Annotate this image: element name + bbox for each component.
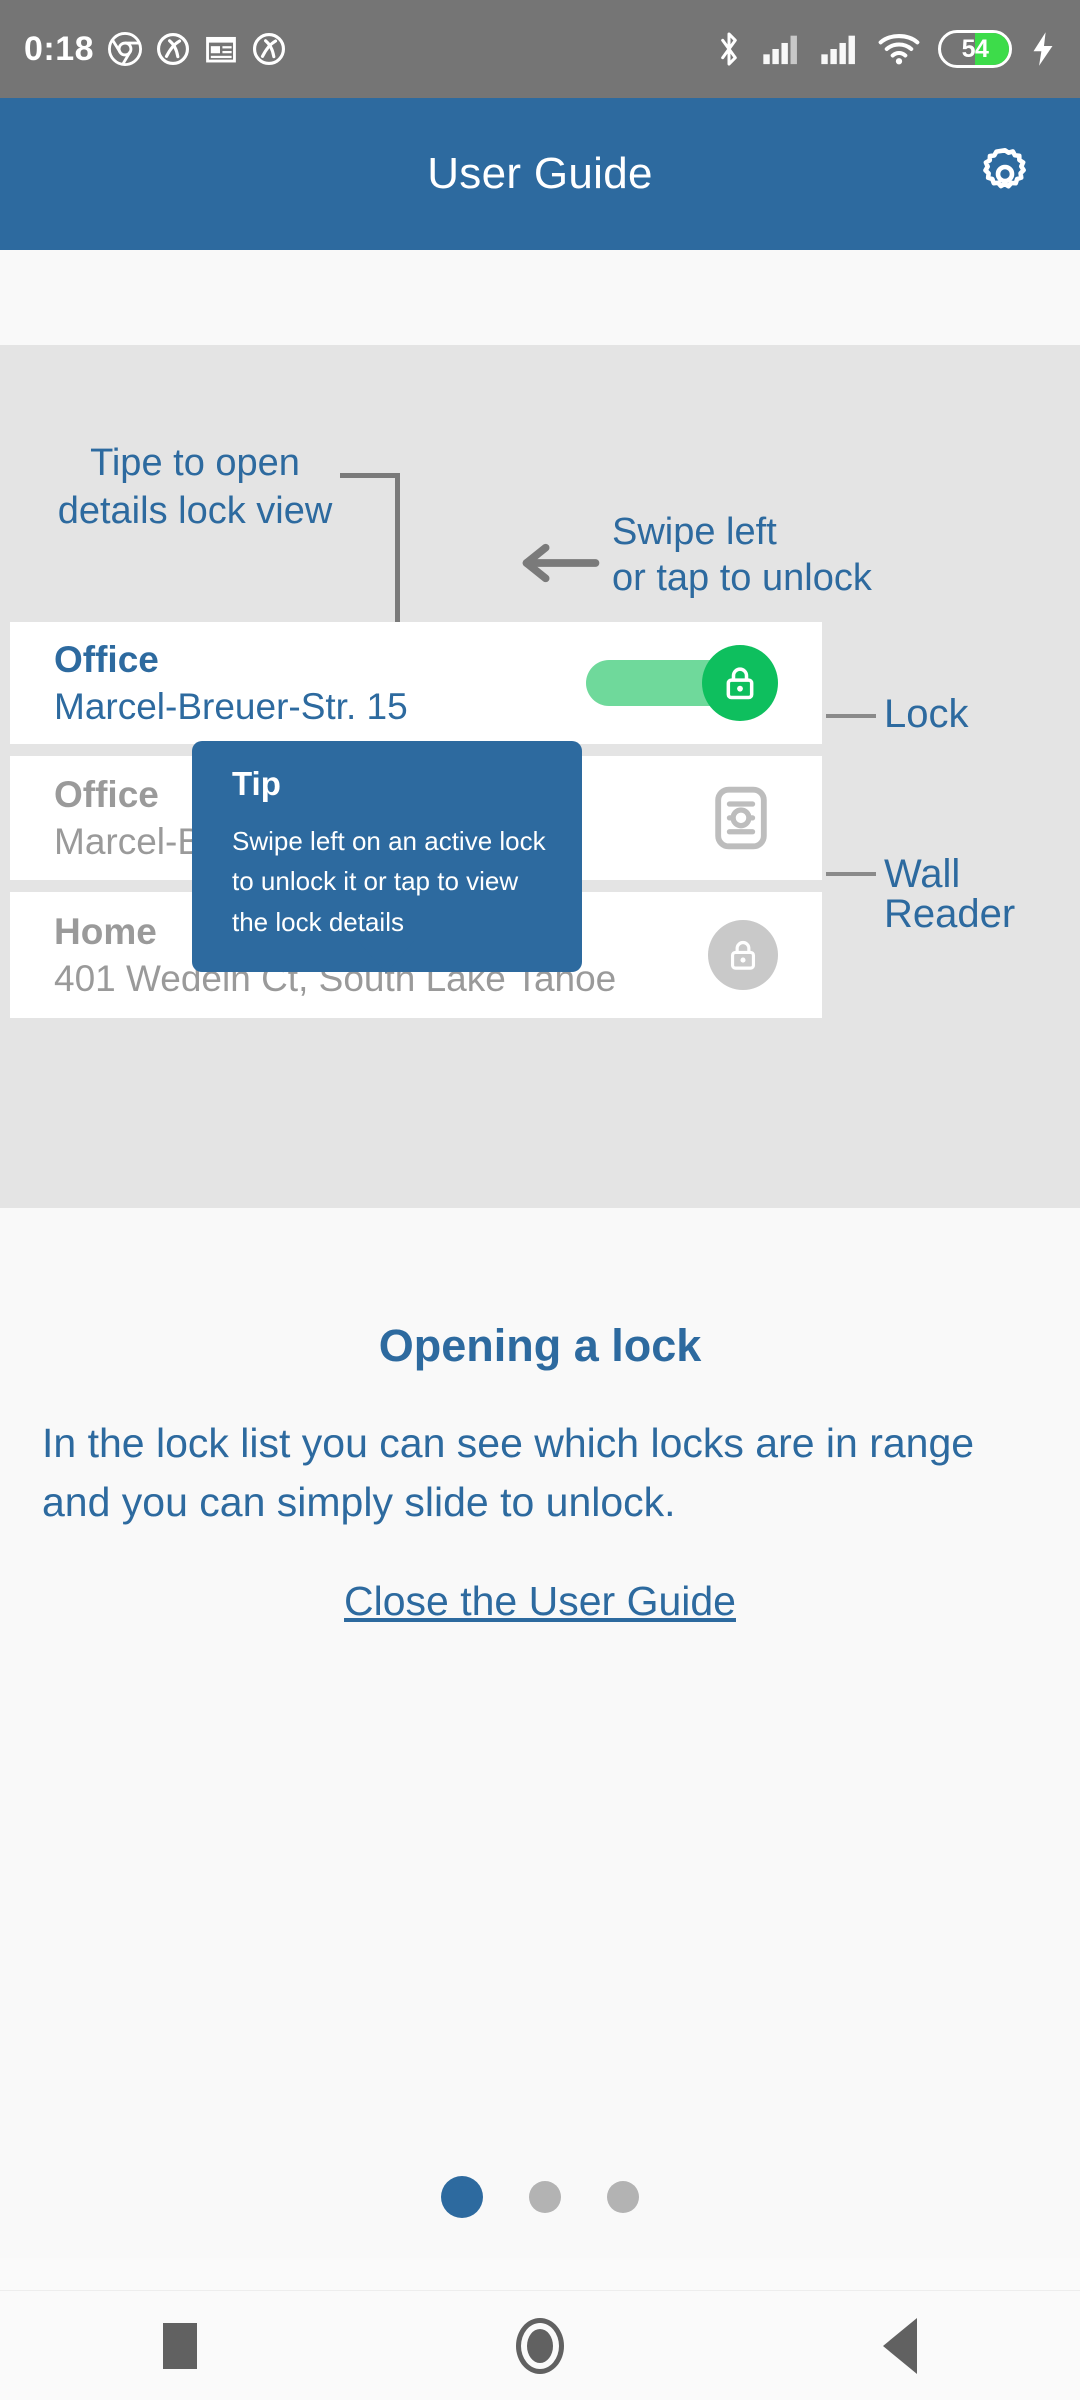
wall-reader-icon[interactable] <box>704 781 778 855</box>
tip-tooltip: Tip Swipe left on an active lock to unlo… <box>192 741 582 972</box>
section-body: In the lock list you can see which locks… <box>42 1420 975 1526</box>
annotation-tap-line1: Tipe to open <box>90 442 300 484</box>
unlock-slider[interactable] <box>586 645 778 721</box>
lock-card-control[interactable] <box>586 645 778 721</box>
status-bar-right: 54 <box>714 30 1056 68</box>
back-triangle-icon[interactable] <box>840 2317 960 2374</box>
annotation-swipe-unlock: Swipe left or tap to unlock <box>612 510 872 601</box>
recents-square-icon[interactable] <box>120 2322 240 2369</box>
arrow-left-icon <box>522 543 600 583</box>
page-indicator <box>0 2176 1080 2218</box>
gear-icon[interactable] <box>974 143 1036 205</box>
status-bar: 0:18 54 <box>0 0 1080 98</box>
tip-body: Swipe left on an active lock to unlock i… <box>232 826 546 937</box>
lock-card-texts: Office Marcel-Breuer-Str. 15 <box>54 641 408 725</box>
app-bar: User Guide <box>0 98 1080 250</box>
page-dot-active[interactable] <box>441 2176 483 2218</box>
lock-card-title: Office <box>54 639 159 680</box>
leader-line-lock <box>826 714 876 718</box>
lock-card-control[interactable] <box>708 920 778 990</box>
battery-level-text: 54 <box>961 34 989 63</box>
section-heading: Opening a lock <box>378 1320 702 1371</box>
bluetooth-icon <box>721 32 737 66</box>
status-bar-left: 0:18 <box>24 30 286 69</box>
adblock-icon <box>157 32 190 66</box>
news-icon <box>206 36 236 63</box>
page-dot[interactable] <box>607 2181 639 2213</box>
annotation-swipe-line1: Swipe left <box>612 511 777 553</box>
home-circle-icon[interactable] <box>480 2317 600 2374</box>
side-label-wall-reader: Wall Reader <box>884 852 1016 936</box>
annotation-swipe-line2: or tap to unlock <box>612 556 872 599</box>
lock-card-control[interactable] <box>704 781 778 855</box>
adblock-icon <box>253 32 286 66</box>
signal-icon <box>821 35 855 65</box>
annotation-tap-detail: Tipe to open details lock view <box>30 440 360 535</box>
annotation-tap-line2: details lock view <box>57 489 333 532</box>
signal-icon <box>763 35 797 65</box>
top-spacer <box>0 250 1080 345</box>
charging-bolt-icon <box>1033 32 1053 66</box>
chrome-icon <box>108 32 143 66</box>
system-navigation-bar <box>0 2290 1080 2400</box>
lock-card-address: Marcel-Breuer-Str. 15 <box>54 686 408 727</box>
leader-line-wall-reader <box>826 872 876 876</box>
side-label-lock: Lock <box>884 692 969 736</box>
tip-tooltip-tail <box>358 941 414 973</box>
page-title: User Guide <box>427 149 653 198</box>
locked-badge[interactable] <box>708 920 778 990</box>
lock-icon <box>730 940 756 970</box>
lock-icon <box>726 667 754 700</box>
battery-icon: 54 <box>938 30 1012 68</box>
page-dot[interactable] <box>529 2181 561 2213</box>
status-clock: 0:18 <box>24 29 95 68</box>
guide-text-section: Opening a lock In the lock list you can … <box>0 1208 1080 2258</box>
lock-card-office-active[interactable]: Office Marcel-Breuer-Str. 15 <box>10 622 822 744</box>
annotation-elbow-connector <box>340 473 400 623</box>
close-user-guide-link[interactable]: Close the User Guide <box>0 1578 1080 1625</box>
tip-title: Tip <box>232 765 281 802</box>
unlock-slider-knob[interactable] <box>702 645 778 721</box>
wifi-icon <box>878 34 920 65</box>
